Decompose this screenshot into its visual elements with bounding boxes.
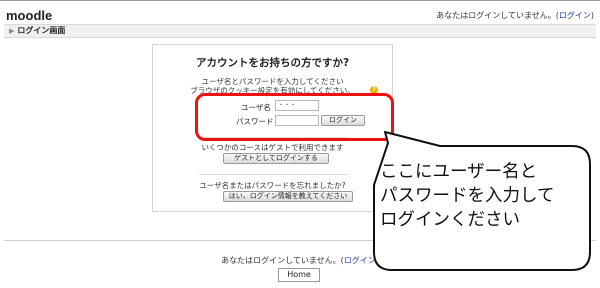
callout-bubble xyxy=(373,131,591,271)
callout-line-2: パスワードを入力して xyxy=(380,186,555,206)
callout-line-3: ログインください xyxy=(380,210,520,230)
callout-text: ここにユーザー名と パスワードを入力して ログインください xyxy=(380,160,592,232)
callout-line-1: ここにユーザー名と xyxy=(380,162,538,182)
